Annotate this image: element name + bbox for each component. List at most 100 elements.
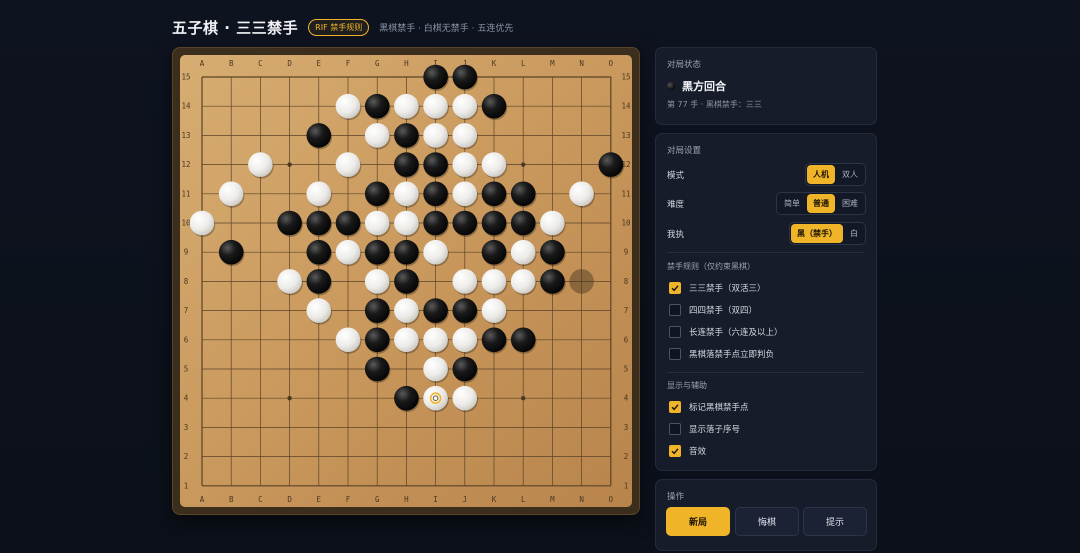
option-sound[interactable]: 音效 (669, 445, 706, 457)
checkbox[interactable] (669, 423, 681, 435)
black-stone (598, 152, 624, 177)
rule-badge: RIF 禁手规则 (308, 18, 370, 36)
rule-overline[interactable]: 长连禁手（六连及以上） (669, 326, 783, 338)
white-stone (423, 356, 448, 382)
white-stone (423, 123, 448, 148)
row-label-left: 10 (181, 219, 191, 228)
column-label-bottom: G (375, 495, 380, 504)
white-stone (218, 181, 244, 207)
option-mark-forbidden[interactable]: 标记黑棋禁手点 (669, 401, 749, 413)
turn-indicator: 黑方回合 (667, 78, 726, 94)
game-board[interactable]: A A B B C C D D E E F F G G H H I I J J K K L L M M N N O O 15 15 14 14 13… (180, 55, 632, 507)
row-label-left: 1 (184, 481, 189, 490)
white-stone (364, 269, 390, 294)
new-game-button[interactable]: 新局 (666, 507, 730, 536)
mode-selector: 人机 双人 (805, 163, 866, 186)
column-label-top: D (287, 59, 292, 68)
white-stone (452, 269, 478, 294)
column-label-bottom: E (317, 495, 322, 504)
black-stone (394, 152, 419, 177)
white-stone (452, 152, 478, 177)
option-label: 显示落子序号 (689, 425, 741, 435)
mode-option-pvp[interactable]: 双人 (836, 165, 864, 184)
undo-button[interactable]: 悔棋 (735, 507, 799, 536)
rule-four-four[interactable]: 四四禁手（双四） (669, 304, 757, 316)
black-stone (364, 298, 390, 323)
difficulty-option-normal[interactable]: 普通 (807, 194, 835, 213)
white-stone (189, 210, 215, 236)
black-stone (364, 93, 390, 119)
black-stone (364, 356, 390, 382)
side-option-black[interactable]: 黑（禁手） (791, 224, 843, 243)
row-label-left: 9 (184, 248, 189, 257)
status-title: 对局状态 (667, 60, 702, 70)
checkbox[interactable] (669, 304, 681, 316)
difficulty-label: 难度 (667, 200, 685, 210)
settings-panel: 对局设置 模式 人机 双人 难度 简单 普通 困难 我执 黑（禁手） 白 禁手规… (655, 133, 877, 471)
black-stone (306, 269, 332, 294)
checkbox[interactable] (669, 282, 681, 294)
white-stone (569, 181, 594, 207)
column-label-top: M (550, 59, 555, 68)
white-stone (423, 239, 448, 265)
row-label-left: 13 (181, 131, 190, 140)
black-stone (423, 152, 448, 177)
black-stone (452, 298, 478, 323)
black-stone (364, 327, 390, 353)
hint-button[interactable]: 提示 (803, 507, 867, 536)
white-stone (364, 123, 390, 148)
checkbox[interactable] (669, 401, 681, 413)
black-stone (394, 123, 419, 148)
option-label: 标记黑棋禁手点 (689, 403, 749, 413)
row-label-left: 12 (181, 160, 190, 169)
difficulty-option-hard[interactable]: 困难 (836, 194, 864, 213)
white-stone (394, 327, 419, 353)
white-stone (540, 210, 565, 236)
row-label-right: 5 (624, 365, 629, 374)
white-stone (335, 93, 361, 119)
black-stone (510, 210, 536, 236)
white-stone (248, 152, 273, 177)
white-stone (364, 210, 390, 236)
black-stone (481, 239, 507, 265)
star-point (521, 396, 526, 401)
white-stone (481, 269, 507, 294)
checkbox[interactable] (669, 445, 681, 457)
checkbox[interactable] (669, 348, 681, 360)
ghost-stone (569, 269, 594, 294)
side-option-white[interactable]: 白 (844, 224, 864, 243)
difficulty-option-easy[interactable]: 简单 (778, 194, 806, 213)
star-point (521, 162, 526, 167)
column-label-top: B (229, 59, 234, 68)
rule-three-three[interactable]: 三三禁手（双活三） (669, 282, 766, 294)
column-label-bottom: O (609, 495, 614, 504)
black-stone (306, 123, 332, 148)
divider (667, 252, 865, 253)
ops-panel: 操作 新局 悔棋 提示 (655, 479, 877, 551)
row-label-right: 1 (624, 481, 629, 490)
board-svg[interactable]: AABBCCDDEEFFGGHHIIJJKKLLMMNNOO15 1514 1413… (180, 55, 632, 507)
black-stone (510, 327, 536, 353)
white-stone (306, 298, 332, 323)
row-label-right: 15 (621, 73, 630, 82)
rule-instant-loss[interactable]: 黑棋落禁手点立即判负 (669, 348, 774, 360)
white-stone (423, 93, 448, 119)
black-stone (540, 269, 565, 294)
column-label-bottom: J (463, 495, 468, 504)
column-label-bottom: A (200, 495, 205, 504)
black-stone (452, 210, 478, 236)
row-label-right: 2 (624, 452, 629, 461)
black-stone (423, 298, 448, 323)
black-stone (452, 64, 478, 90)
column-label-top: F (346, 59, 351, 68)
white-stone (335, 327, 361, 353)
row-label-right: 6 (624, 335, 629, 344)
option-move-numbers[interactable]: 显示落子序号 (669, 423, 740, 435)
white-stone (277, 269, 302, 294)
checkbox[interactable] (669, 326, 681, 338)
mode-option-ai[interactable]: 人机 (807, 165, 835, 184)
white-stone (423, 385, 448, 411)
white-stone (452, 123, 478, 148)
forbidden-rules-title: 禁手规则（仅约束黑棋） (667, 262, 755, 271)
white-stone (452, 327, 478, 353)
